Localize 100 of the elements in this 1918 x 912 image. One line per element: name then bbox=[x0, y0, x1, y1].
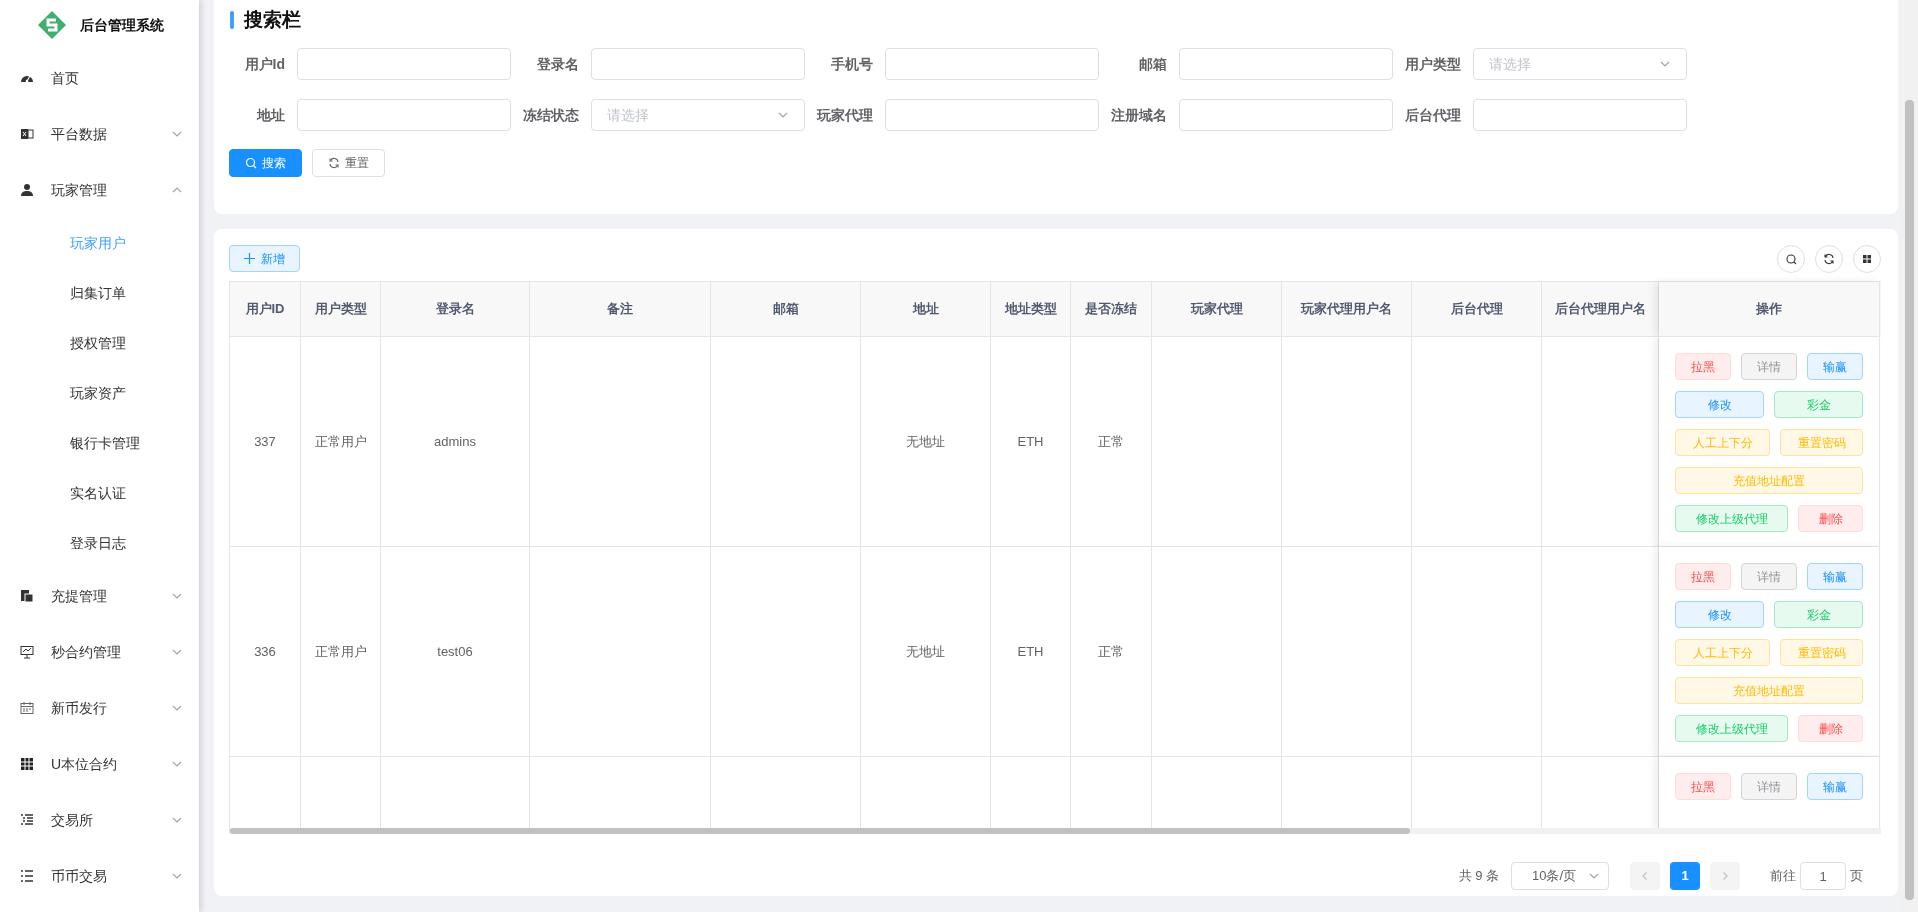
page-size-select[interactable]: 10条/页 bbox=[1511, 862, 1609, 890]
prev-page-button[interactable] bbox=[1630, 862, 1660, 890]
field-label: 手机号 bbox=[830, 54, 874, 74]
menu-item[interactable]: 充提管理 bbox=[0, 568, 199, 624]
add-button[interactable]: 新增 bbox=[229, 245, 300, 272]
menu-item[interactable]: 秒合约管理 bbox=[0, 624, 199, 680]
input-field[interactable] bbox=[1179, 48, 1393, 80]
action-button[interactable]: 输赢 bbox=[1807, 563, 1863, 590]
page-button[interactable]: 1 bbox=[1670, 862, 1700, 890]
plus-icon bbox=[244, 253, 255, 264]
action-button[interactable]: 拉黑 bbox=[1675, 563, 1731, 590]
menu-item[interactable]: U本位合约 bbox=[0, 736, 199, 792]
reset-button[interactable]: 重置 bbox=[312, 149, 385, 177]
action-button[interactable]: 详情 bbox=[1741, 353, 1797, 380]
table-cell: 正常 bbox=[1071, 337, 1152, 547]
action-button[interactable]: 修改 bbox=[1675, 601, 1764, 628]
action-button[interactable]: 输赢 bbox=[1807, 353, 1863, 380]
table-cell: ETH bbox=[991, 337, 1071, 547]
input-field[interactable] bbox=[1473, 99, 1687, 131]
input-field[interactable] bbox=[591, 48, 805, 80]
spreadsheet-icon bbox=[20, 127, 34, 141]
panel-title: 搜索栏 bbox=[244, 7, 301, 32]
table-cell: 336 bbox=[230, 547, 301, 757]
field-label: 冻结状态 bbox=[522, 105, 580, 125]
action-button[interactable]: 人工上下分 bbox=[1675, 639, 1770, 666]
submenu-item[interactable]: 登录日志 bbox=[0, 518, 199, 568]
field-label: 后台代理 bbox=[1404, 105, 1462, 125]
goto-label: 前往 bbox=[1770, 867, 1796, 886]
input-field[interactable] bbox=[885, 99, 1099, 131]
input-field[interactable] bbox=[1179, 99, 1393, 131]
submenu-item[interactable]: 实名认证 bbox=[0, 468, 199, 518]
table-cell: 无地址 bbox=[861, 547, 991, 757]
title-accent bbox=[230, 11, 234, 29]
calendar-icon bbox=[20, 701, 34, 715]
action-button[interactable]: 拉黑 bbox=[1675, 353, 1731, 380]
table-cell: 无地址 bbox=[861, 337, 991, 547]
table-cell: admins bbox=[381, 337, 530, 547]
action-button[interactable]: 删除 bbox=[1798, 505, 1863, 532]
action-button[interactable]: 输赢 bbox=[1807, 773, 1863, 800]
action-button[interactable]: 修改上级代理 bbox=[1675, 505, 1788, 532]
submenu-item[interactable]: 玩家用户 bbox=[0, 218, 199, 268]
select-field[interactable]: 请选择 bbox=[591, 99, 805, 131]
horizontal-scrollbar[interactable] bbox=[230, 828, 1881, 834]
select-field[interactable]: 请选择 bbox=[1473, 48, 1687, 80]
action-button[interactable]: 充值地址配置 bbox=[1675, 677, 1863, 704]
field-label: 地址 bbox=[255, 105, 286, 125]
submenu-item[interactable]: 玩家资产 bbox=[0, 368, 199, 418]
submenu-item[interactable]: 归集订单 bbox=[0, 268, 199, 318]
table-cell: 337 bbox=[230, 337, 301, 547]
action-button[interactable]: 彩金 bbox=[1774, 391, 1863, 418]
page-scrollbar[interactable] bbox=[1901, 0, 1918, 912]
action-button[interactable]: 删除 bbox=[1798, 715, 1863, 742]
next-page-button[interactable] bbox=[1710, 862, 1740, 890]
action-button[interactable]: 详情 bbox=[1741, 773, 1797, 800]
action-button[interactable]: 彩金 bbox=[1774, 601, 1863, 628]
table-cell: 正常 bbox=[1071, 547, 1152, 757]
action-button[interactable]: 修改上级代理 bbox=[1675, 715, 1788, 742]
page-input[interactable]: 1 bbox=[1800, 862, 1846, 890]
field-label: 邮箱 bbox=[1138, 54, 1168, 74]
refresh-button[interactable] bbox=[1815, 244, 1843, 273]
input-field[interactable] bbox=[297, 48, 511, 80]
search-button[interactable] bbox=[1777, 244, 1805, 273]
action-button[interactable]: 拉黑 bbox=[1675, 773, 1731, 800]
search-icon bbox=[1785, 252, 1797, 265]
action-button[interactable]: 充值地址配置 bbox=[1675, 467, 1863, 494]
search-button[interactable]: 搜索 bbox=[229, 149, 302, 177]
menu-item[interactable]: 交易所 bbox=[0, 792, 199, 848]
input-field[interactable] bbox=[885, 48, 1099, 80]
submenu-item[interactable]: 授权管理 bbox=[0, 318, 199, 368]
action-button[interactable]: 详情 bbox=[1741, 563, 1797, 590]
field-label: 用户类型 bbox=[1404, 54, 1462, 74]
total-count: 共 9 条 bbox=[1458, 867, 1499, 886]
chevron-left-icon bbox=[1640, 871, 1650, 881]
action-button[interactable]: 修改 bbox=[1675, 391, 1764, 418]
grid-icon bbox=[20, 757, 34, 771]
table-cell: test06 bbox=[381, 547, 530, 757]
menu-item[interactable]: 首页 bbox=[0, 50, 199, 106]
user-icon bbox=[20, 183, 34, 197]
table-cell: 正常用户 bbox=[301, 337, 381, 547]
menu-item[interactable]: 平台数据 bbox=[0, 106, 199, 162]
menu-item[interactable]: 玩家管理 bbox=[0, 162, 199, 218]
page-suffix: 页 bbox=[1850, 867, 1863, 886]
refresh-icon bbox=[1823, 252, 1835, 265]
list-icon bbox=[20, 869, 34, 883]
grid-icon bbox=[1861, 252, 1873, 265]
menu-item[interactable]: 币币交易 bbox=[0, 848, 199, 904]
grid-button[interactable] bbox=[1853, 244, 1881, 273]
logo-icon bbox=[37, 10, 67, 40]
submenu-item[interactable]: 银行卡管理 bbox=[0, 418, 199, 468]
action-button[interactable]: 重置密码 bbox=[1780, 429, 1863, 456]
table-cell: ETH bbox=[991, 547, 1071, 757]
refresh-icon bbox=[328, 157, 340, 169]
field-label: 登录名 bbox=[536, 54, 580, 74]
field-label: 注册域名 bbox=[1110, 105, 1168, 125]
search-icon bbox=[245, 157, 257, 169]
logo-title: 后台管理系统 bbox=[80, 15, 164, 35]
input-field[interactable] bbox=[297, 99, 511, 131]
action-button[interactable]: 人工上下分 bbox=[1675, 429, 1770, 456]
action-button[interactable]: 重置密码 bbox=[1780, 639, 1863, 666]
menu-item[interactable]: 新币发行 bbox=[0, 680, 199, 736]
